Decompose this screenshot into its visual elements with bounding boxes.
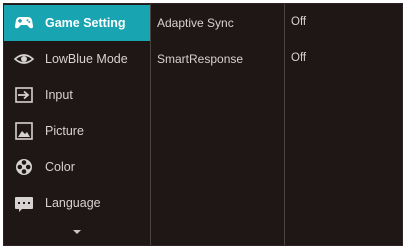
menu-item-label: LowBlue Mode — [45, 52, 128, 66]
keyboard-icon — [13, 193, 35, 213]
menu-item-label: Language — [45, 196, 101, 210]
adaptive-sync-value[interactable]: Off — [291, 16, 306, 28]
menu-item-label: Picture — [45, 124, 84, 138]
column-divider — [150, 4, 151, 245]
picture-icon — [13, 121, 35, 141]
color-palette-icon — [13, 157, 35, 177]
menu-item-label: Game Setting — [45, 16, 126, 30]
eye-icon — [13, 49, 35, 69]
menu-item-lowblue-mode[interactable]: LowBlue Mode — [4, 41, 150, 77]
chevron-down-icon[interactable] — [73, 230, 81, 234]
gamepad-icon — [13, 13, 35, 33]
input-arrow-icon — [13, 85, 35, 105]
osd-menu: Game Setting LowBlue Mode Input Picture … — [3, 3, 403, 246]
menu-item-label: Input — [45, 88, 73, 102]
menu-item-color[interactable]: Color — [4, 149, 150, 185]
submenu-item-smartresponse[interactable]: SmartResponse — [157, 52, 243, 66]
submenu-item-adaptive-sync[interactable]: Adaptive Sync — [157, 16, 234, 30]
menu-item-input[interactable]: Input — [4, 77, 150, 113]
smartresponse-value[interactable]: Off — [291, 52, 306, 64]
menu-item-game-setting[interactable]: Game Setting — [4, 5, 150, 41]
menu-item-language[interactable]: Language — [4, 185, 150, 221]
main-menu: Game Setting LowBlue Mode Input Picture … — [4, 4, 150, 245]
menu-item-label: Color — [45, 160, 75, 174]
column-divider — [284, 4, 285, 245]
menu-item-picture[interactable]: Picture — [4, 113, 150, 149]
